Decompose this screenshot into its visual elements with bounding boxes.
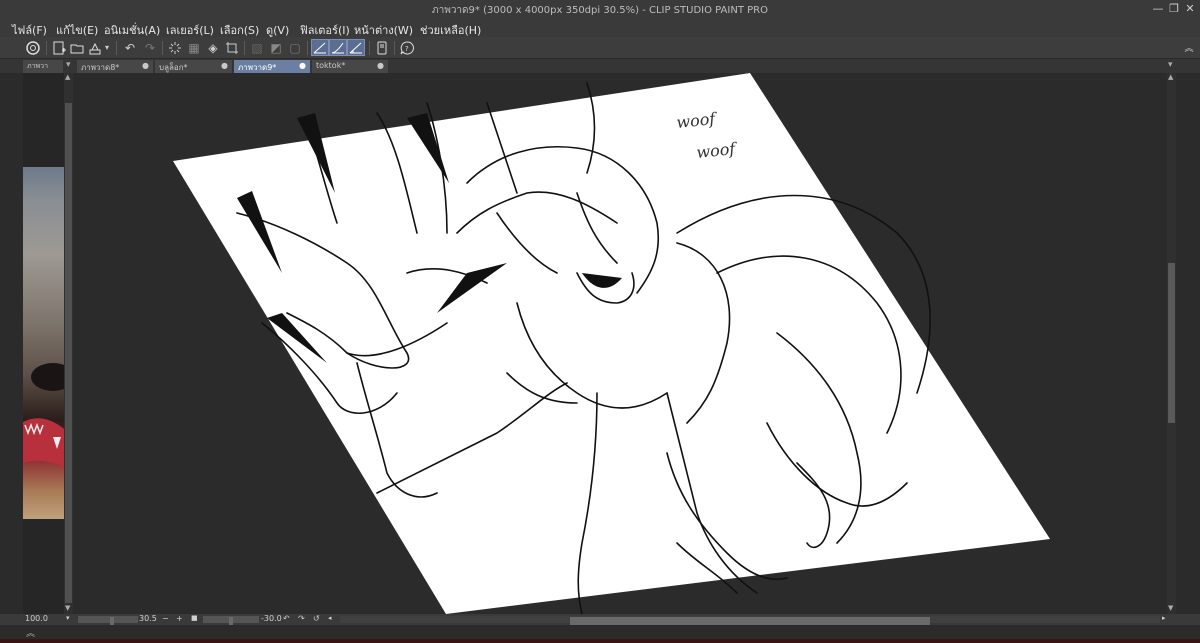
slider-thumb[interactable] bbox=[229, 617, 233, 625]
snap-grid-icon[interactable] bbox=[347, 39, 365, 56]
rotate-right-icon[interactable]: ↷ bbox=[298, 614, 305, 623]
modified-dot-icon[interactable]: ● bbox=[221, 61, 228, 70]
reference-scrollbar[interactable] bbox=[64, 73, 73, 614]
tab-document-5[interactable]: toktok* ● bbox=[312, 60, 388, 73]
tab-document-1[interactable]: ภาพวา bbox=[23, 60, 63, 73]
rotation-slider[interactable] bbox=[203, 616, 259, 625]
tab-label: บลูล็อก* bbox=[159, 63, 188, 72]
new-file-icon[interactable] bbox=[50, 39, 68, 56]
scroll-down-icon[interactable]: ▼ bbox=[65, 604, 70, 612]
taskbar-edge bbox=[0, 639, 1200, 643]
fit-screen-icon[interactable]: ■ bbox=[191, 614, 198, 622]
toolbar-separator bbox=[116, 41, 117, 55]
toolbar-separator bbox=[162, 41, 163, 55]
close-button[interactable]: ✕ bbox=[1182, 2, 1198, 15]
rotate-left-icon[interactable]: ↶ bbox=[283, 614, 290, 623]
command-bar: ▾ ↶ ↷ ▦ ◈ ▧ ◩ ▢ ? ︽ bbox=[0, 37, 1200, 59]
window-title: ภาพวาด9* (3000 x 4000px 350dpi 30.5%) - … bbox=[432, 5, 768, 16]
clear-icon[interactable] bbox=[166, 39, 184, 56]
modified-dot-icon[interactable]: ● bbox=[377, 61, 384, 70]
chevron-down-icon[interactable]: ▾ bbox=[66, 614, 70, 622]
title-bar: ภาพวาด9* (3000 x 4000px 350dpi 30.5%) - … bbox=[0, 0, 1200, 19]
minimize-button[interactable]: — bbox=[1150, 2, 1166, 15]
maximize-button[interactable]: ❐ bbox=[1166, 2, 1182, 15]
tab-label: ภาพวาด9* bbox=[238, 63, 277, 72]
toolbar-separator bbox=[369, 41, 370, 55]
show-selection-icon[interactable]: ▢ bbox=[286, 39, 304, 56]
crop-icon[interactable] bbox=[223, 39, 241, 56]
zoom-value[interactable]: 30.5 bbox=[139, 614, 157, 623]
transform-icon[interactable]: ◈ bbox=[204, 39, 222, 56]
invert-selection-icon[interactable]: ◩ bbox=[267, 39, 285, 56]
rotation-value[interactable]: -30.0 bbox=[261, 614, 282, 623]
zoom-in-icon[interactable]: + bbox=[176, 614, 183, 623]
tab-strip: ภาพวา ▾ ภาพวาด8* ● บลูล็อก* ● ภาพวาด9* ●… bbox=[0, 59, 1200, 73]
scroll-up-icon[interactable]: ▲ bbox=[1168, 73, 1173, 81]
zoom-out-icon[interactable]: − bbox=[162, 614, 169, 623]
scroll-down-icon[interactable]: ▼ bbox=[1168, 604, 1173, 612]
deselect-icon[interactable]: ▧ bbox=[248, 39, 266, 56]
svg-text:?: ? bbox=[405, 45, 409, 53]
bottom-panel-strip: ︽ bbox=[0, 625, 1200, 643]
tab-label: toktok* bbox=[316, 61, 346, 70]
modified-dot-icon[interactable]: ● bbox=[142, 61, 149, 70]
tab-label: ภาพวา bbox=[27, 62, 49, 70]
help-icon[interactable]: ? bbox=[398, 39, 416, 56]
toolbar-separator bbox=[394, 41, 395, 55]
zoom-slider[interactable] bbox=[78, 616, 138, 625]
smartphone-icon[interactable] bbox=[373, 39, 391, 56]
wolf-photo-image bbox=[23, 363, 75, 467]
tab-document-active[interactable]: ภาพวาด9* ● bbox=[234, 60, 310, 73]
status-bar: 100.0 ▾ 30.5 − + ■ -30.0 ↶ ↷ ↺ ◂ ▸ bbox=[0, 614, 1200, 625]
modified-dot-icon[interactable]: ● bbox=[299, 61, 306, 70]
clip-studio-icon[interactable] bbox=[24, 39, 42, 56]
tab-label: ภาพวาด8* bbox=[81, 63, 120, 72]
collapse-icon[interactable]: ︽ bbox=[1180, 39, 1198, 56]
slider-thumb[interactable] bbox=[110, 617, 114, 625]
scroll-right-icon[interactable]: ▸ bbox=[1162, 614, 1166, 622]
reference-zoom-value[interactable]: 100.0 bbox=[25, 614, 48, 623]
drawing-canvas[interactable]: woof woof bbox=[77, 73, 1167, 614]
toolbar-separator bbox=[307, 41, 308, 55]
reset-rotation-icon[interactable]: ↺ bbox=[313, 614, 320, 623]
scrollbar-thumb[interactable] bbox=[570, 617, 930, 625]
undo-icon[interactable]: ↶ bbox=[121, 39, 139, 56]
snap-special-ruler-icon[interactable] bbox=[329, 39, 347, 56]
tab-document-3[interactable]: บลูล็อก* ● bbox=[155, 60, 232, 73]
scroll-up-icon[interactable]: ▲ bbox=[65, 73, 70, 81]
menu-bar: ไฟล์(F) แก้ไข(E) อนิเมชั่น(A) เลเยอร์(L)… bbox=[0, 19, 1200, 37]
canvas-area[interactable]: woof woof bbox=[77, 73, 1167, 614]
reference-image bbox=[23, 167, 75, 519]
toolbar-separator bbox=[244, 41, 245, 55]
fill-icon[interactable]: ▦ bbox=[185, 39, 203, 56]
toolbar-separator bbox=[46, 41, 47, 55]
chevron-down-icon[interactable]: ▾ bbox=[102, 39, 112, 56]
open-folder-icon[interactable] bbox=[68, 39, 86, 56]
scroll-left-icon[interactable]: ◂ bbox=[328, 614, 332, 622]
horizontal-scrollbar[interactable] bbox=[340, 616, 1160, 625]
scrollbar-thumb[interactable] bbox=[65, 103, 72, 603]
canvas-vertical-scrollbar[interactable] bbox=[1167, 73, 1176, 614]
tab-document-2[interactable]: ภาพวาด8* ● bbox=[77, 60, 153, 73]
tabs-overflow-icon[interactable]: ▾ bbox=[1168, 60, 1173, 70]
tab-menu-icon[interactable]: ▾ bbox=[66, 60, 71, 70]
snap-ruler-icon[interactable] bbox=[311, 39, 329, 56]
redo-icon[interactable]: ↷ bbox=[141, 39, 159, 56]
expand-panel-icon[interactable]: ︽ bbox=[26, 626, 35, 639]
scrollbar-thumb[interactable] bbox=[1168, 263, 1175, 423]
